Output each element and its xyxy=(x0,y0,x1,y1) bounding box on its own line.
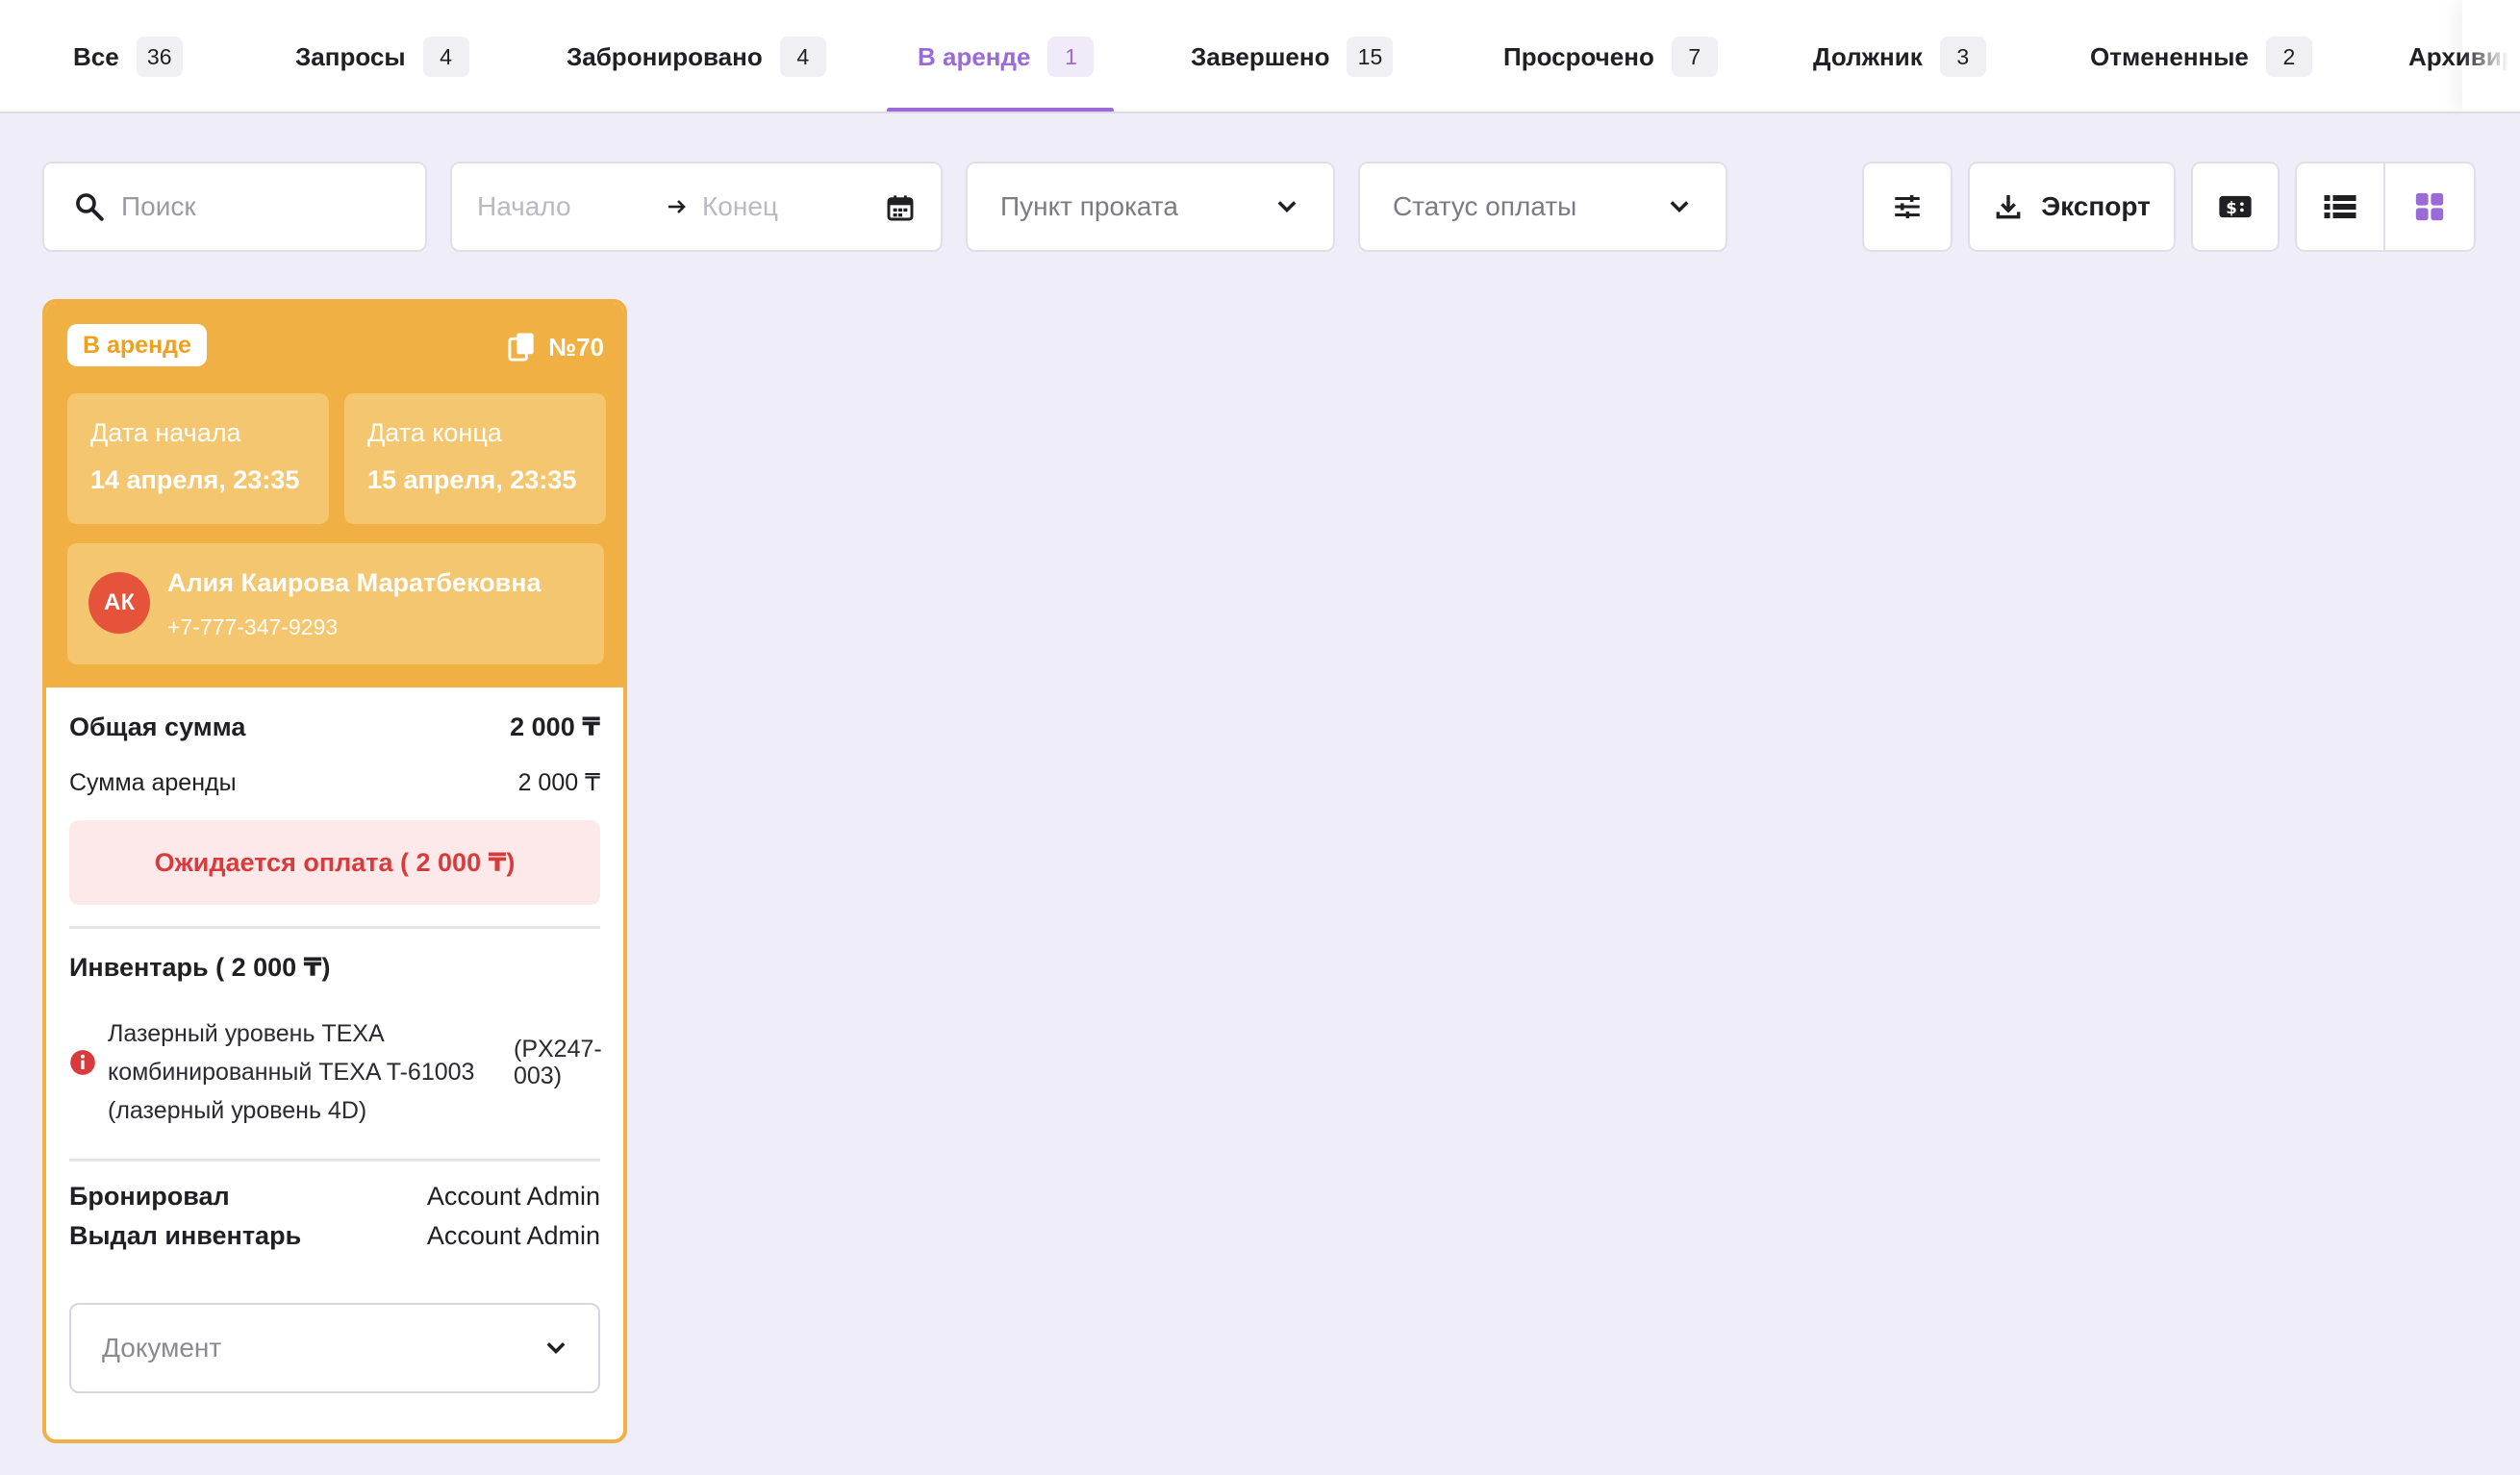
document-placeholder: Документ xyxy=(102,1333,222,1362)
cash-icon: $ xyxy=(2218,192,2253,221)
export-label: Экспорт xyxy=(2041,191,2151,221)
tab-overdue[interactable]: Просрочено 7 xyxy=(1503,0,1718,112)
download-icon xyxy=(1993,191,2024,222)
payment-status-select[interactable]: Статус оплаты xyxy=(1358,162,1727,252)
filters-button[interactable] xyxy=(1862,162,1953,252)
booked-by-value: Account Admin xyxy=(426,1182,600,1211)
issued-by-value: Account Admin xyxy=(426,1221,600,1250)
tab-label: В аренде xyxy=(918,41,1031,71)
start-date-label: Дата начала xyxy=(90,418,241,447)
payment-pending-alert[interactable]: Ожидается оплата ( 2 000 ₸) xyxy=(69,820,600,905)
start-date-box: Дата начала 14 апреля, 23:35 xyxy=(67,393,329,524)
grid-view-icon xyxy=(2413,190,2446,223)
rent-row: Сумма аренды 2 000 ₸ xyxy=(69,768,600,797)
tab-label: Забронировано xyxy=(567,41,763,71)
active-tab-indicator xyxy=(887,108,1114,112)
end-date-label: Дата конца xyxy=(367,418,502,447)
tab-count: 4 xyxy=(422,37,469,77)
tab-count: 7 xyxy=(1671,37,1718,77)
tab-count: 4 xyxy=(779,37,826,77)
tab-count: 1 xyxy=(1047,37,1095,77)
sliders-icon xyxy=(1891,190,1924,223)
client-info[interactable]: АК Алия Каирова Маратбековна +7-777-347-… xyxy=(67,543,604,664)
inventory-code-line: 003) xyxy=(514,1062,563,1089)
total-row: Общая сумма 2 000 ₸ xyxy=(69,712,600,742)
search-input[interactable]: Поиск xyxy=(42,162,427,252)
date-start-placeholder: Начало xyxy=(477,191,571,221)
tab-requests[interactable]: Запросы 4 xyxy=(295,0,469,112)
tab-count: 36 xyxy=(136,37,183,77)
inventory-item-code: (PX247- 003) xyxy=(514,1036,602,1089)
start-date-value: 14 апреля, 23:35 xyxy=(90,465,300,494)
inventory-item-line: (лазерный уровень 4D) xyxy=(108,1097,367,1124)
info-icon[interactable] xyxy=(69,1049,96,1076)
search-placeholder: Поиск xyxy=(121,191,196,221)
divider xyxy=(69,926,600,929)
booked-by-label: Бронировал xyxy=(69,1182,230,1211)
total-value: 2 000 ₸ xyxy=(510,712,600,741)
rental-card[interactable]: В аренде №70 Дата начала 14 апреля, 23:3… xyxy=(42,299,627,1443)
rental-point-placeholder: Пункт проката xyxy=(1000,191,1178,221)
inventory-code-line: (PX247- xyxy=(514,1036,602,1062)
tab-booked[interactable]: Забронировано 4 xyxy=(567,0,826,112)
list-view-button[interactable] xyxy=(2297,163,2385,250)
avatar: АК xyxy=(88,572,150,634)
chevron-down-icon xyxy=(1666,193,1693,220)
chevron-down-icon xyxy=(542,1335,569,1362)
inventory-title: Инвентарь ( 2 000 ₸) xyxy=(69,953,331,982)
tab-cancelled[interactable]: Отмененные 2 xyxy=(2090,0,2312,112)
inventory-item-line: Лазерный уровень TEXA xyxy=(108,1020,385,1047)
status-badge: В аренде xyxy=(67,324,207,366)
issued-by-row: Выдал инвентарь Account Admin xyxy=(69,1221,600,1251)
booked-by-row: Бронировал Account Admin xyxy=(69,1182,600,1212)
date-end-placeholder: Конец xyxy=(702,191,778,221)
arrow-right-icon xyxy=(666,194,689,219)
chevron-down-icon xyxy=(1273,193,1300,220)
rent-value: 2 000 ₸ xyxy=(517,769,600,796)
inventory-item-line: комбинированный TEXA T-61003 xyxy=(108,1059,475,1086)
tab-label: Запросы xyxy=(295,41,406,71)
document-select[interactable]: Документ xyxy=(69,1303,600,1393)
tab-count: 3 xyxy=(1939,37,1986,77)
status-tabs: Все 36 Запросы 4 Забронировано 4 В аренд… xyxy=(0,0,2520,113)
order-number-text: №70 xyxy=(548,332,604,362)
issued-by-label: Выдал инвентарь xyxy=(69,1221,302,1250)
inventory-item-name: Лазерный уровень TEXA комбинированный TE… xyxy=(108,1014,474,1130)
tab-completed[interactable]: Завершено 15 xyxy=(1191,0,1394,112)
view-toggle xyxy=(2295,162,2476,252)
end-date-value: 15 апреля, 23:35 xyxy=(367,465,577,494)
divider xyxy=(69,1159,600,1162)
end-date-box: Дата конца 15 апреля, 23:35 xyxy=(344,393,606,524)
inventory-item[interactable]: Лазерный уровень TEXA комбинированный TE… xyxy=(69,1014,602,1124)
tab-count: 15 xyxy=(1347,37,1394,77)
list-view-icon xyxy=(2323,192,2357,221)
export-button[interactable]: Экспорт xyxy=(1968,162,2176,252)
tab-debtor[interactable]: Должник 3 xyxy=(1813,0,1986,112)
tab-count: 2 xyxy=(2265,37,2312,77)
tab-label: Все xyxy=(73,41,119,71)
tab-in-rent[interactable]: В аренде 1 xyxy=(918,0,1095,112)
tab-label: Должник xyxy=(1813,41,1923,71)
tab-label: Просрочено xyxy=(1503,41,1654,71)
client-name: Алия Каирова Маратбековна xyxy=(167,568,542,597)
card-header: В аренде №70 Дата начала 14 апреля, 23:3… xyxy=(46,303,623,688)
client-phone: +7-777-347-9293 xyxy=(167,614,339,639)
date-range-picker[interactable]: Начало Конец xyxy=(450,162,943,252)
rent-label: Сумма аренды xyxy=(69,768,237,796)
calendar-icon xyxy=(885,192,916,223)
payment-status-placeholder: Статус оплаты xyxy=(1393,191,1577,221)
tab-label: Отмененные xyxy=(2090,41,2249,71)
rental-point-select[interactable]: Пункт проката xyxy=(966,162,1335,252)
svg-text:$: $ xyxy=(2226,199,2237,217)
copy-icon[interactable] xyxy=(508,332,537,362)
tab-label: Завершено xyxy=(1191,41,1330,71)
tab-all[interactable]: Все 36 xyxy=(73,0,183,112)
total-label: Общая сумма xyxy=(69,712,246,741)
cash-button[interactable]: $ xyxy=(2191,162,2280,252)
tabs-scroll-fade xyxy=(2462,0,2520,112)
order-number[interactable]: №70 xyxy=(508,332,604,362)
search-icon xyxy=(73,190,106,223)
grid-view-button[interactable] xyxy=(2385,163,2474,250)
